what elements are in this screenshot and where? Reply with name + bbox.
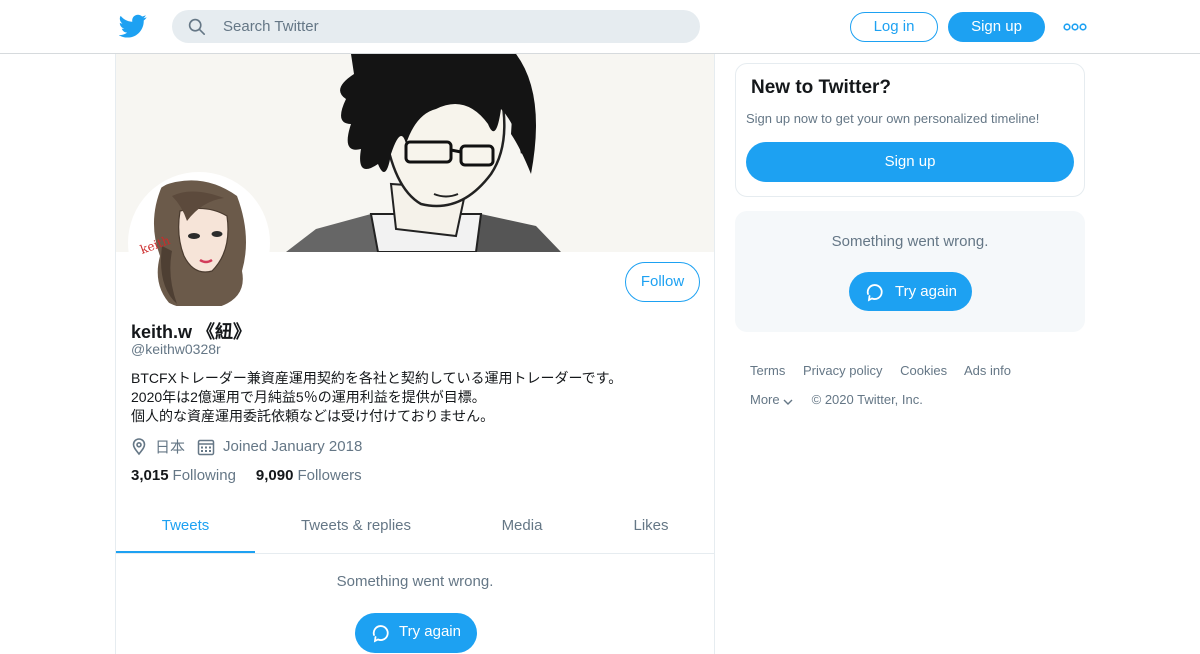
profile-meta: 日本 Joined January 2018 (131, 436, 374, 457)
tab-tweets-replies[interactable]: Tweets & replies (276, 506, 436, 553)
profile-tabs: Tweets Tweets & replies Media Likes (116, 506, 714, 554)
new-to-twitter-subtitle: Sign up now to get your own personalized… (746, 111, 1040, 126)
tab-tweets[interactable]: Tweets (116, 506, 255, 553)
new-to-twitter-title: New to Twitter? (751, 77, 892, 98)
profile-column: keith Follow keith.w 《紐》 @keithw0328r BT… (115, 54, 715, 654)
footer-links: Terms Privacy policy Cookies Ads info Mo… (750, 363, 1090, 407)
footer-link-terms[interactable]: Terms (750, 363, 785, 378)
timeline-try-again-button[interactable]: Try again (355, 613, 477, 653)
joined-text: Joined January 2018 (223, 438, 363, 455)
tab-media[interactable]: Media (466, 506, 578, 553)
sidebar-error-card: Something went wrong. Try again (735, 211, 1085, 332)
following-stat[interactable]: 3,015 Following (131, 467, 236, 484)
follow-button[interactable]: Follow (625, 262, 700, 302)
bio-line: 2020年は2億運用で月純益5％の運用利益を提供が目標。 (131, 389, 486, 405)
search-icon (188, 18, 206, 36)
top-navigation-bar: Search Twitter Log in Sign up (0, 0, 1200, 54)
followers-stat[interactable]: 9,090 Followers (256, 467, 362, 484)
footer-link-cookies[interactable]: Cookies (900, 363, 947, 378)
try-again-label: Try again (399, 623, 461, 640)
new-to-twitter-card: New to Twitter? Sign up now to get your … (735, 63, 1085, 197)
followers-count: 9,090 (255, 467, 294, 484)
location-text: 日本 (155, 439, 186, 456)
footer-link-ads-info[interactable]: Ads info (964, 363, 1011, 378)
refresh-icon (372, 625, 389, 643)
sidebar-error-message: Something went wrong. (831, 233, 989, 250)
followers-label: Followers (297, 467, 362, 484)
calendar-icon (197, 439, 215, 455)
joined-item: Joined January 2018 (197, 438, 362, 456)
try-again-label: Try again (895, 283, 957, 300)
sidebar-signup-button[interactable]: Sign up (746, 142, 1074, 182)
profile-handle: @keithw0328r (131, 341, 221, 357)
footer-link-privacy[interactable]: Privacy policy (803, 363, 882, 378)
bio-line: 個人的な資産運用委託依頼などは受け付けておりません。 (131, 408, 495, 424)
sidebar-try-again-button[interactable]: Try again (849, 272, 972, 311)
profile-bio: BTCFXトレーダー兼資産運用契約を各社と契約している運用トレーダーです。 20… (131, 369, 701, 426)
timeline-error-message: Something went wrong. (336, 573, 494, 590)
refresh-icon (866, 284, 883, 302)
following-label: Following (172, 467, 236, 484)
search-input[interactable]: Search Twitter (223, 18, 319, 35)
location-item: 日本 (131, 436, 185, 457)
chevron-down-icon (783, 399, 793, 405)
location-pin-icon (132, 437, 146, 455)
avatar-illustration: keith (132, 176, 266, 310)
signup-button[interactable]: Sign up (948, 12, 1045, 42)
more-dots-icon[interactable] (1062, 18, 1088, 36)
avatar[interactable]: keith (128, 172, 270, 314)
login-button[interactable]: Log in (850, 12, 938, 42)
following-count: 3,015 (131, 467, 169, 484)
twitter-bird-icon[interactable] (119, 12, 147, 40)
footer-more-label: More (750, 392, 780, 407)
footer-copyright: © 2020 Twitter, Inc. (811, 392, 923, 407)
tab-likes[interactable]: Likes (606, 506, 696, 553)
footer-more-button[interactable]: More (750, 392, 794, 407)
bio-line: BTCFXトレーダー兼資産運用契約を各社と契約している運用トレーダーです。 (131, 370, 623, 386)
profile-stats: 3,015 Following 9,090 Followers (131, 467, 382, 484)
search-bar[interactable]: Search Twitter (172, 10, 700, 43)
